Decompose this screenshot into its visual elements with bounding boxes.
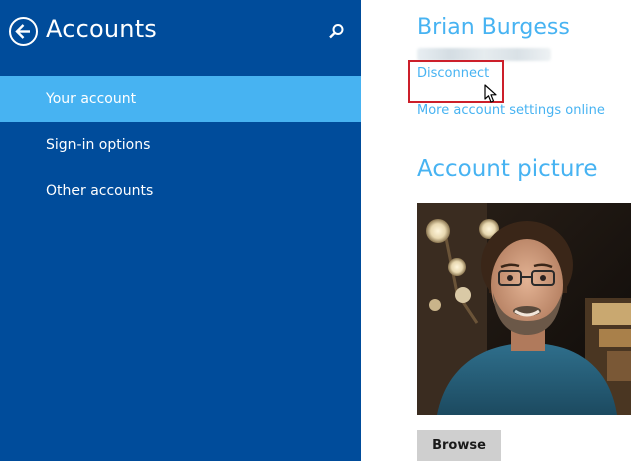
profile-photo [417,203,631,415]
left-header: Accounts [0,0,361,76]
nav-list: Your account Sign-in options Other accou… [0,76,361,214]
more-account-settings-link[interactable]: More account settings online [417,103,605,118]
account-picture-heading: Account picture [417,156,598,182]
nav-item-sign-in-options[interactable]: Sign-in options [0,122,361,168]
nav-item-label: Sign-in options [46,137,151,153]
mouse-cursor-icon [484,84,497,103]
nav-item-your-account[interactable]: Your account [0,76,361,122]
search-button[interactable] [326,22,346,42]
search-icon [329,24,344,39]
nav-item-label: Your account [46,91,137,107]
back-arrow-icon [15,24,30,39]
nav-item-label: Other accounts [46,183,154,199]
settings-right-pane: Brian Burgess Disconnect More account se… [361,0,640,461]
back-button[interactable] [9,17,38,46]
settings-left-pane: Accounts Your account Sign-in options Ot… [0,0,361,461]
user-name: Brian Burgess [417,15,570,40]
nav-item-other-accounts[interactable]: Other accounts [0,168,361,214]
account-picture [417,203,631,415]
browse-button[interactable]: Browse [417,430,501,461]
pane-title: Accounts [46,15,158,43]
